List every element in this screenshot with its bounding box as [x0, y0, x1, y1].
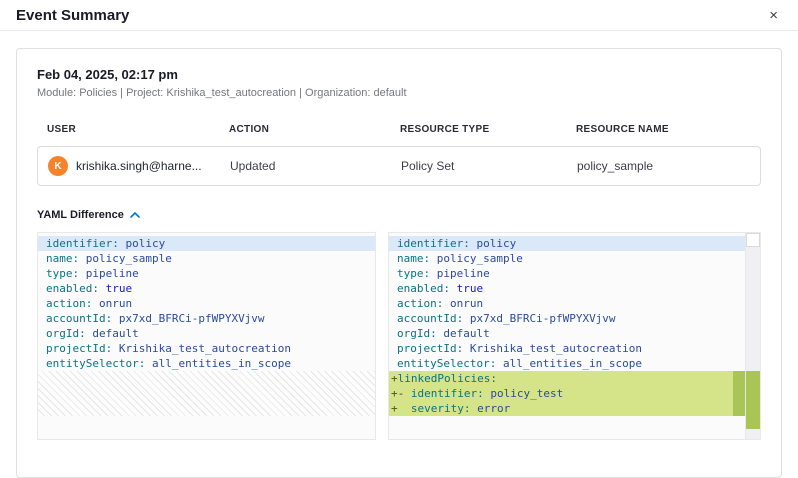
column-header-action: ACTION — [229, 124, 400, 135]
user-cell: K krishika.singh@harne... — [38, 156, 230, 176]
diff-line: identifier: policy — [38, 236, 375, 251]
diff-line: type: pipeline — [38, 266, 375, 281]
table-row: K krishika.singh@harne... Updated Policy… — [37, 146, 761, 186]
event-meta: Module: Policies | Project: Krishika_tes… — [37, 87, 761, 99]
diff-line: name: policy_sample — [389, 251, 745, 266]
diff-line: projectId: Krishika_test_autocreation — [389, 341, 745, 356]
diff-line-added: +- identifier: policy_test — [389, 386, 745, 401]
diff-line: orgId: default — [389, 326, 745, 341]
diff-line: identifier: policy — [389, 236, 745, 251]
diff-line: projectId: Krishika_test_autocreation — [38, 341, 375, 356]
close-icon[interactable]: × — [763, 4, 784, 27]
diff-minimap-scrollbar[interactable] — [746, 232, 761, 440]
diff-pane-left[interactable]: identifier: policyname: policy_sampletyp… — [37, 232, 376, 440]
yaml-difference-label: YAML Difference — [37, 209, 124, 221]
minimap-change-marker[interactable] — [746, 371, 760, 429]
diff-line: action: onrun — [389, 296, 745, 311]
diff-pane-divider — [376, 232, 388, 440]
table-header-row: USER ACTION RESOURCE TYPE RESOURCE NAME — [37, 124, 761, 135]
action-cell: Updated — [230, 159, 401, 173]
modal-title: Event Summary — [16, 7, 129, 24]
diff-line: accountId: px7xd_BFRCi-pfWPYXVjvw — [389, 311, 745, 326]
column-header-user: USER — [37, 124, 229, 135]
yaml-diff-viewer: identifier: policyname: policy_sampletyp… — [37, 232, 761, 440]
diff-line-added: + severity: error — [389, 401, 745, 416]
avatar: K — [48, 156, 68, 176]
user-email: krishika.singh@harne... — [76, 159, 202, 173]
resource-name-cell: policy_sample — [577, 159, 760, 173]
scrollbar-thumb[interactable] — [746, 233, 760, 247]
diff-line: name: policy_sample — [38, 251, 375, 266]
diff-line: action: onrun — [38, 296, 375, 311]
diff-line: accountId: px7xd_BFRCi-pfWPYXVjvw — [38, 311, 375, 326]
diff-line-added: +linkedPolicies: — [389, 371, 745, 386]
diff-missing-lines-hatch — [38, 371, 375, 416]
diff-line: enabled: true — [389, 281, 745, 296]
yaml-difference-toggle[interactable]: YAML Difference — [37, 209, 140, 221]
diff-pane-right[interactable]: identifier: policyname: policy_sampletyp… — [388, 232, 746, 440]
modal-header: Event Summary × — [0, 0, 798, 31]
diff-line: enabled: true — [38, 281, 375, 296]
diff-line: entitySelector: all_entities_in_scope — [38, 356, 375, 371]
column-header-resource-name: RESOURCE NAME — [576, 124, 761, 135]
diff-line: entitySelector: all_entities_in_scope — [389, 356, 745, 371]
resource-type-cell: Policy Set — [401, 159, 577, 173]
column-header-resource-type: RESOURCE TYPE — [400, 124, 576, 135]
diff-line: type: pipeline — [389, 266, 745, 281]
event-card: Feb 04, 2025, 02:17 pm Module: Policies … — [16, 48, 782, 478]
event-timestamp: Feb 04, 2025, 02:17 pm — [37, 67, 761, 82]
diff-line: orgId: default — [38, 326, 375, 341]
chevron-up-icon — [130, 212, 140, 218]
